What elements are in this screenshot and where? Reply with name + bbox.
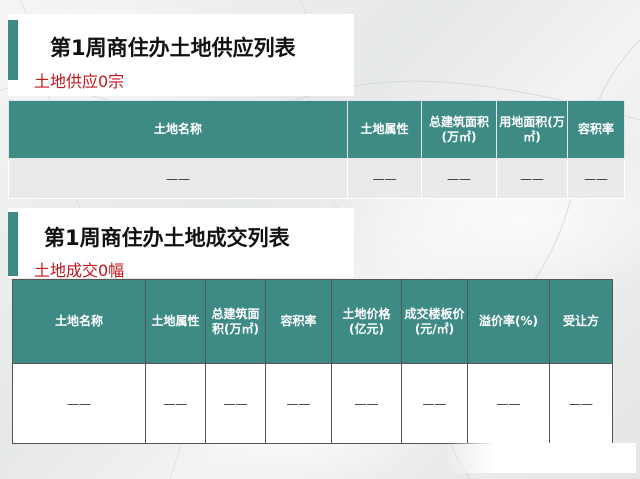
fade-overlay: [446, 443, 636, 473]
cell-total-floor-area: ——: [421, 158, 497, 199]
transaction-table-header-row: 土地名称 土地属性 总建筑面积(万㎡) 容积率 土地价格(亿元) 成交楼板价(元…: [12, 279, 613, 364]
section1-subtitle: 土地供应0宗: [34, 72, 125, 91]
header-floor-price: 成交楼板价(元/㎡): [401, 279, 468, 364]
header-land-attribute: 土地属性: [347, 100, 422, 159]
header-premium-rate: 溢价率(%): [467, 279, 550, 364]
cell-land-price: ——: [331, 363, 402, 444]
header-land-price: 土地价格(亿元): [331, 279, 402, 364]
cell-plot-ratio: ——: [567, 158, 625, 199]
cell-floor-price: ——: [401, 363, 468, 444]
supply-table: 土地名称 土地属性 总建筑面积(万㎡) 用地面积(万㎡) 容积率 —— —— —…: [8, 100, 625, 199]
cell-plot-ratio: ——: [265, 363, 332, 444]
cell-land-attribute: ——: [347, 158, 422, 199]
transaction-table-row: —— —— —— —— —— —— —— ——: [12, 363, 613, 444]
header-total-floor-area: 总建筑面积(万㎡): [205, 279, 266, 364]
cell-total-floor-area: ——: [205, 363, 266, 444]
cell-land-attribute: ——: [145, 363, 206, 444]
section1-accent-bar: [8, 20, 18, 80]
header-land-name: 土地名称: [12, 279, 146, 364]
header-land-name: 土地名称: [8, 100, 348, 159]
cell-buyer: ——: [549, 363, 613, 444]
header-buyer: 受让方: [549, 279, 613, 364]
cell-land-area: ——: [496, 158, 568, 199]
section2-subtitle: 土地成交0幅: [34, 261, 125, 280]
cell-premium-rate: ——: [467, 363, 550, 444]
supply-table-row: —— —— —— —— ——: [8, 158, 625, 199]
supply-table-header-row: 土地名称 土地属性 总建筑面积(万㎡) 用地面积(万㎡) 容积率: [8, 100, 625, 159]
header-land-area: 用地面积(万㎡): [496, 100, 568, 159]
section1-title: 第1周商住办土地供应列表: [50, 36, 296, 60]
cell-land-name: ——: [8, 158, 348, 199]
header-land-attribute: 土地属性: [145, 279, 206, 364]
cell-land-name: ——: [12, 363, 146, 444]
header-plot-ratio: 容积率: [265, 279, 332, 364]
header-plot-ratio: 容积率: [567, 100, 625, 159]
section2-title: 第1周商住办土地成交列表: [44, 226, 290, 250]
header-total-floor-area: 总建筑面积(万㎡): [421, 100, 497, 159]
section2-accent-bar: [8, 212, 18, 276]
transaction-table: 土地名称 土地属性 总建筑面积(万㎡) 容积率 土地价格(亿元) 成交楼板价(元…: [12, 279, 613, 444]
